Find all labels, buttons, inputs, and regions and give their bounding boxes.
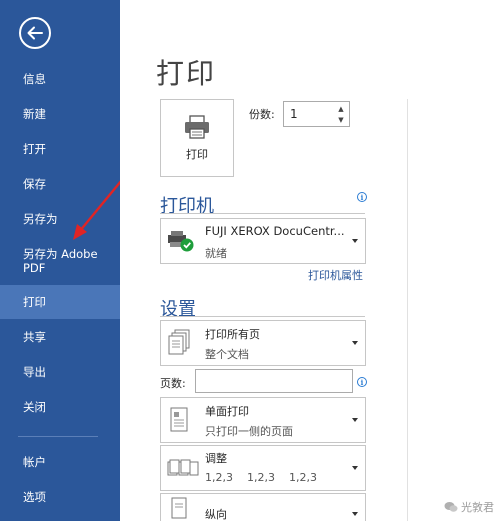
printer-heading-underline (160, 213, 365, 214)
chevron-down-icon (352, 341, 358, 345)
copies-down-icon[interactable]: ▼ (335, 114, 347, 126)
printer-device-icon (168, 231, 194, 252)
chevron-down-icon (352, 418, 358, 422)
collate-select[interactable]: 调整 1,2,3 1,2,3 1,2,3 (160, 445, 366, 491)
sidebar-item-label: 新建 (23, 107, 46, 121)
portrait-icon (171, 497, 187, 519)
backstage-sidebar: 信息 新建 打开 保存 另存为 另存为 Adobe PDF 打印 共享 导出 关… (0, 0, 120, 521)
sidebar-item-label: 另存为 Adobe PDF (23, 247, 98, 275)
sidebar-item-label: 保存 (23, 177, 46, 191)
watermark: 光敦君 (444, 499, 494, 515)
chevron-down-icon (352, 512, 358, 516)
printer-select[interactable]: FUJI XEROX DocuCentr... 就绪 (160, 218, 366, 264)
watermark-text: 光敦君 (461, 501, 494, 514)
printer-name: FUJI XEROX DocuCentr... (205, 224, 345, 238)
print-range-title: 打印所有页 (205, 328, 260, 341)
back-arrow-icon (27, 26, 43, 40)
copies-stepper[interactable]: 1 ▲ ▼ (283, 101, 350, 127)
sidebar-divider (18, 436, 98, 437)
info-icon[interactable]: i (357, 192, 367, 202)
printer-status: 就绪 (205, 247, 227, 260)
printer-heading: 打印机 (160, 196, 214, 217)
page-title: 打印 (156, 57, 217, 90)
single-sided-icon (170, 407, 188, 432)
print-range-select[interactable]: 打印所有页 整个文档 (160, 320, 366, 366)
sidebar-item-close[interactable]: 关闭 (0, 400, 120, 414)
orientation-select[interactable]: 纵向 (160, 493, 366, 521)
sidebar-item-info[interactable]: 信息 (0, 72, 120, 86)
sidebar-item-label: 帐户 (23, 455, 46, 469)
sidebar-item-open[interactable]: 打开 (0, 142, 120, 156)
print-range-sub: 整个文档 (205, 348, 249, 361)
pages-icon (168, 329, 190, 355)
sidebar-item-print[interactable]: 打印 (0, 285, 120, 319)
sidebar-item-share[interactable]: 共享 (0, 330, 120, 344)
sidebar-item-save-as[interactable]: 另存为 (0, 212, 120, 226)
info-icon[interactable]: i (357, 377, 367, 387)
sidebar-item-label: 导出 (23, 365, 46, 379)
sidebar-item-label: 关闭 (23, 400, 46, 414)
sidebar-item-label: 打开 (23, 142, 46, 156)
status-ok-icon (180, 238, 194, 252)
printer-properties-link[interactable]: 打印机属性 (308, 267, 363, 283)
settings-heading-underline (160, 316, 365, 317)
pages-label: 页数: (160, 377, 186, 390)
sidebar-item-label: 信息 (23, 72, 46, 86)
sidebar-item-save-as-pdf[interactable]: 另存为 Adobe PDF (0, 247, 110, 275)
sidebar-item-label: 另存为 (23, 212, 58, 226)
sidebar-item-save[interactable]: 保存 (0, 177, 120, 191)
sidebar-item-export[interactable]: 导出 (0, 365, 120, 379)
sides-sub: 只打印一侧的页面 (205, 425, 293, 438)
sides-select[interactable]: 单面打印 只打印一侧的页面 (160, 397, 366, 443)
sidebar-item-label: 打印 (23, 295, 46, 309)
copies-value: 1 (290, 107, 298, 121)
chevron-down-icon (352, 466, 358, 470)
print-button[interactable]: 打印 (160, 99, 234, 177)
chevron-down-icon (352, 239, 358, 243)
sides-title: 单面打印 (205, 405, 249, 418)
back-button[interactable] (19, 17, 51, 49)
wechat-icon (444, 502, 458, 512)
sidebar-item-label: 选项 (23, 490, 46, 504)
sidebar-item-options[interactable]: 选项 (0, 490, 120, 504)
printer-icon (185, 115, 209, 139)
sidebar-item-account[interactable]: 帐户 (0, 455, 120, 469)
settings-heading: 设置 (160, 299, 196, 320)
preview-divider (407, 99, 408, 521)
copies-label: 份数: (249, 108, 275, 121)
sidebar-item-label: 共享 (23, 330, 46, 344)
pages-input[interactable] (195, 369, 353, 393)
collate-sub: 1,2,3 1,2,3 1,2,3 (205, 471, 317, 484)
orientation-title: 纵向 (205, 508, 227, 521)
collate-title: 调整 (205, 452, 227, 465)
sidebar-item-new[interactable]: 新建 (0, 107, 120, 121)
collate-icon (167, 459, 199, 476)
print-button-label: 打印 (186, 148, 208, 161)
print-pane: 打印 打印 份数: 1 ▲ ▼ 打印机 i FUJI XEROX DocuCen… (120, 0, 500, 521)
